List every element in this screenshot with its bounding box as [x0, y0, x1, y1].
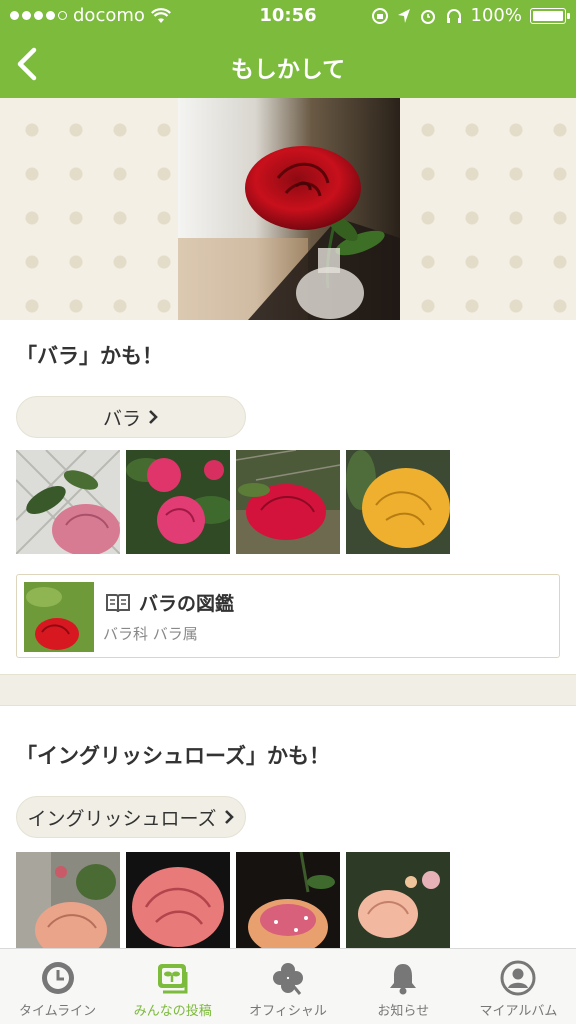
species-link-button[interactable]: イングリッシュローズ: [16, 796, 246, 838]
tab-notifications[interactable]: お知らせ: [346, 949, 461, 1024]
section-divider: [0, 674, 576, 706]
tab-label: タイムライン: [19, 1004, 97, 1019]
alarm-icon: [420, 9, 435, 24]
tab-label: みんなの投稿: [133, 1004, 212, 1019]
tab-label: オフィシャル: [249, 1004, 327, 1019]
tab-my-album[interactable]: マイアルバム: [461, 949, 576, 1024]
example-photo[interactable]: [16, 450, 120, 554]
sprout-icon: [157, 964, 188, 994]
hero-banner: [0, 98, 576, 320]
example-photo[interactable]: [236, 852, 340, 956]
tab-label: マイアルバム: [479, 1004, 558, 1019]
nav-bar: もしかして: [0, 32, 576, 98]
status-bar: docomo 10:56 100%: [0, 0, 576, 32]
example-photo[interactable]: [126, 450, 230, 554]
battery-percent: 100%: [470, 5, 522, 26]
chevron-right-icon: [149, 410, 158, 424]
example-photo[interactable]: [126, 852, 230, 956]
encyclopedia-title: バラの図鑑: [139, 593, 235, 615]
example-photo[interactable]: [346, 450, 450, 554]
encyclopedia-subtitle: バラ科 バラ属: [103, 625, 198, 643]
bell-icon: [390, 964, 417, 995]
encyclopedia-card[interactable]: バラの図鑑 バラ科 バラ属: [16, 574, 560, 658]
result-heading: 「イングリッシュローズ」かも！: [16, 744, 330, 768]
page-title: もしかして: [230, 57, 346, 83]
species-link-label: イングリッシュローズ: [27, 807, 217, 830]
rotation-lock-icon: [371, 7, 388, 24]
chevron-right-icon: [224, 810, 234, 824]
tab-label: お知らせ: [377, 1004, 430, 1019]
headphones-icon: [446, 8, 461, 23]
location-icon: [397, 8, 410, 23]
tab-bar: タイムライン みんなの投稿 オフィシャル お知らせ マイアルバム: [0, 948, 576, 1024]
tab-timeline[interactable]: タイムライン: [0, 949, 115, 1024]
species-link-button[interactable]: バラ: [16, 396, 246, 438]
tab-official[interactable]: オフィシャル: [230, 949, 345, 1024]
encyclopedia-title-row: バラの図鑑: [105, 589, 234, 616]
example-photo[interactable]: [346, 852, 450, 956]
clover-icon: [273, 963, 303, 995]
battery-icon: [530, 7, 570, 24]
example-photos: [16, 852, 450, 956]
encyclopedia-thumbnail: [24, 582, 94, 652]
uploaded-photo[interactable]: [178, 98, 400, 320]
result-card-english-rose: 「イングリッシュローズ」かも！ イングリッシュローズ: [0, 706, 576, 956]
result-heading: 「バラ」かも！: [16, 344, 163, 368]
example-photo[interactable]: [16, 852, 120, 956]
tab-everyone-posts[interactable]: みんなの投稿: [115, 949, 230, 1024]
species-link-label: バラ: [102, 407, 141, 430]
example-photos: [16, 450, 450, 554]
status-bar-right: 100%: [371, 5, 570, 26]
book-icon: [106, 593, 130, 612]
example-photo[interactable]: [236, 450, 340, 554]
result-card-rose: 「バラ」かも！ バラ バラの図鑑 バラ科 バラ属: [0, 320, 576, 674]
person-icon: [500, 960, 536, 996]
clock-icon: [41, 962, 74, 994]
